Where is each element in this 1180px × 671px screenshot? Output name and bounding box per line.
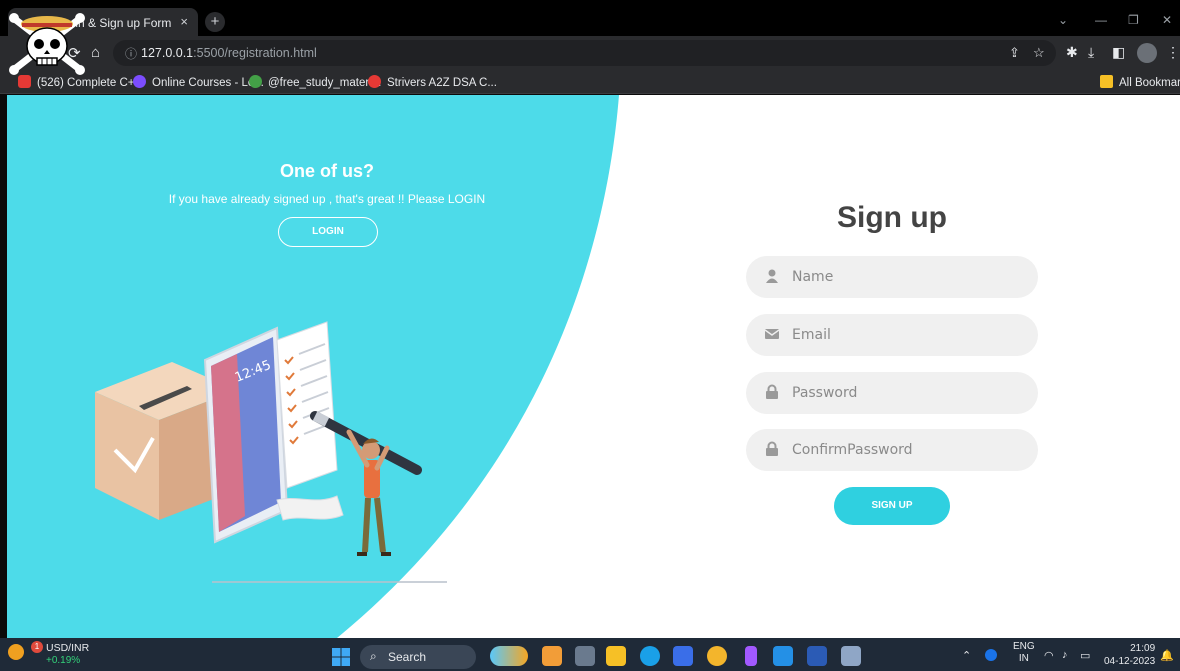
file-explorer-icon[interactable]	[606, 646, 626, 666]
system-clock[interactable]: 21:09 04-12-2023	[1104, 642, 1155, 668]
signup-title: Sign up	[837, 201, 947, 234]
envelope-icon	[764, 329, 780, 339]
edge-browser-icon[interactable]	[640, 646, 660, 666]
bookmark-star-icon[interactable]: ☆	[1033, 45, 1045, 61]
signup-button[interactable]: SIGN UP	[834, 487, 950, 525]
menu-kebab-icon[interactable]: ⋮	[1166, 44, 1180, 61]
volume-icon[interactable]: ♪	[1062, 649, 1068, 661]
browser-toolbar: ⟳ ⌂ ⓘ 127.0.0.1:5500/registration.html ⇪…	[0, 36, 1180, 70]
url-host: 127.0.0.1:5500/registration.html	[141, 46, 317, 60]
notification-count: 1	[31, 641, 43, 653]
lock-icon	[766, 384, 778, 399]
bookmark-label: Strivers A2Z DSA C...	[387, 77, 497, 89]
close-window-icon[interactable]: ✕	[1162, 13, 1172, 27]
currency-widget-icon[interactable]	[8, 644, 24, 660]
figma-icon[interactable]	[745, 646, 757, 666]
confirm-password-field[interactable]	[746, 429, 1038, 471]
all-bookmarks[interactable]: All Bookmarks	[1100, 75, 1180, 89]
folder-icon	[1100, 75, 1113, 88]
tab-close-icon[interactable]: ×	[180, 14, 188, 29]
bookmark-label: (526) Complete C+...	[37, 77, 145, 89]
home-icon[interactable]: ⌂	[91, 44, 100, 61]
url-host-text: 127.0.0.1	[141, 46, 194, 60]
leaf-icon	[249, 75, 262, 88]
snipping-tool-icon[interactable]	[841, 646, 861, 666]
password-input[interactable]	[792, 372, 1022, 414]
registration-illustration: 12:45	[95, 321, 447, 583]
bookmark-item[interactable]: @free_study_materi...	[249, 75, 381, 89]
task-view-icon[interactable]	[575, 646, 595, 666]
lang-region: IN	[1018, 653, 1029, 664]
language-indicator[interactable]: ENG IN	[1013, 641, 1035, 665]
tray-overflow-icon[interactable]: ⌃	[962, 649, 971, 662]
search-label: Search	[388, 650, 427, 664]
address-bar[interactable]: ⓘ 127.0.0.1:5500/registration.html ⇪ ☆	[113, 40, 1056, 66]
browser-tabstrip: Sign in & Sign up Form × + ⌄ — ❐ ✕	[0, 0, 1180, 36]
skull-logo-icon	[9, 13, 85, 75]
desktop-screen: Sign in & Sign up Form × + ⌄ — ❐ ✕ ⟳ ⌂ ⓘ…	[0, 0, 1180, 671]
word-icon[interactable]	[807, 646, 827, 666]
search-icon: ⌕	[370, 649, 377, 663]
bookmark-label: Online Courses - Le...	[152, 77, 264, 89]
login-button[interactable]: LOGIN	[278, 217, 378, 247]
currency-widget[interactable]: USD/INR +0.19%	[46, 642, 89, 666]
tab-search-chevron-icon[interactable]: ⌄	[1058, 13, 1068, 27]
store-icon[interactable]	[673, 646, 693, 666]
bluetooth-icon[interactable]	[985, 649, 997, 661]
password-field[interactable]	[746, 372, 1038, 414]
welcome-panel: One of us? If you have already signed up…	[7, 95, 647, 638]
takeuforward-icon	[368, 75, 381, 88]
extensions-icon[interactable]: ✱	[1066, 44, 1078, 61]
bookmark-item[interactable]: Strivers A2Z DSA C...	[368, 75, 497, 89]
panel-title: One of us?	[280, 161, 374, 181]
ticker-change: +0.19%	[46, 655, 81, 666]
windows-start-icon[interactable]	[332, 648, 350, 666]
email-field[interactable]	[746, 314, 1038, 356]
new-tab-button[interactable]: +	[205, 12, 225, 32]
url-path: :5500/registration.html	[193, 46, 317, 60]
chrome-icon[interactable]	[707, 646, 727, 666]
page-viewport: One of us? If you have already signed up…	[7, 95, 1180, 638]
user-icon	[766, 269, 778, 283]
windows-taskbar: 1 USD/INR +0.19% ⌕ Search ⌃ ENG IN ◠ ♪ ▭…	[0, 638, 1180, 671]
vscode-icon[interactable]	[773, 646, 793, 666]
site-info-icon[interactable]: ⓘ	[125, 45, 137, 62]
lang-code: ENG	[1013, 641, 1035, 652]
course-site-icon	[133, 75, 146, 88]
wifi-icon[interactable]: ◠	[1044, 649, 1054, 662]
battery-icon[interactable]: ▭	[1080, 649, 1090, 662]
share-icon[interactable]: ⇪	[1009, 45, 1020, 61]
email-input[interactable]	[792, 314, 1022, 356]
panel-subtitle: If you have already signed up , that's g…	[168, 192, 486, 206]
pamphlet-app-icon[interactable]	[542, 646, 562, 666]
notification-bell-icon[interactable]: 🔔	[1160, 649, 1174, 662]
bookmark-item[interactable]: Online Courses - Le...	[133, 75, 264, 89]
download-icon[interactable]: ⤓	[1088, 44, 1094, 61]
bookmark-label: @free_study_materi...	[268, 77, 382, 89]
all-bookmarks-label: All Bookmarks	[1119, 77, 1180, 89]
ticker-label: USD/INR	[46, 642, 90, 654]
bookmarks-bar: (526) Complete C+... Online Courses - Le…	[0, 70, 1180, 94]
name-field[interactable]	[746, 256, 1038, 298]
profile-avatar[interactable]	[1137, 43, 1157, 63]
clock-date: 04-12-2023	[1104, 656, 1156, 667]
restore-icon[interactable]: ❐	[1128, 13, 1139, 27]
confirm-password-input[interactable]	[792, 429, 1022, 471]
minimize-icon[interactable]: —	[1095, 13, 1107, 27]
widget-art-icon[interactable]	[490, 646, 528, 666]
taskbar-search[interactable]: ⌕ Search	[360, 645, 476, 669]
lock-icon	[766, 441, 778, 456]
sidepanel-icon[interactable]: ◧	[1112, 44, 1125, 61]
name-input[interactable]	[792, 256, 1022, 298]
clock-time: 21:09	[1130, 643, 1156, 654]
